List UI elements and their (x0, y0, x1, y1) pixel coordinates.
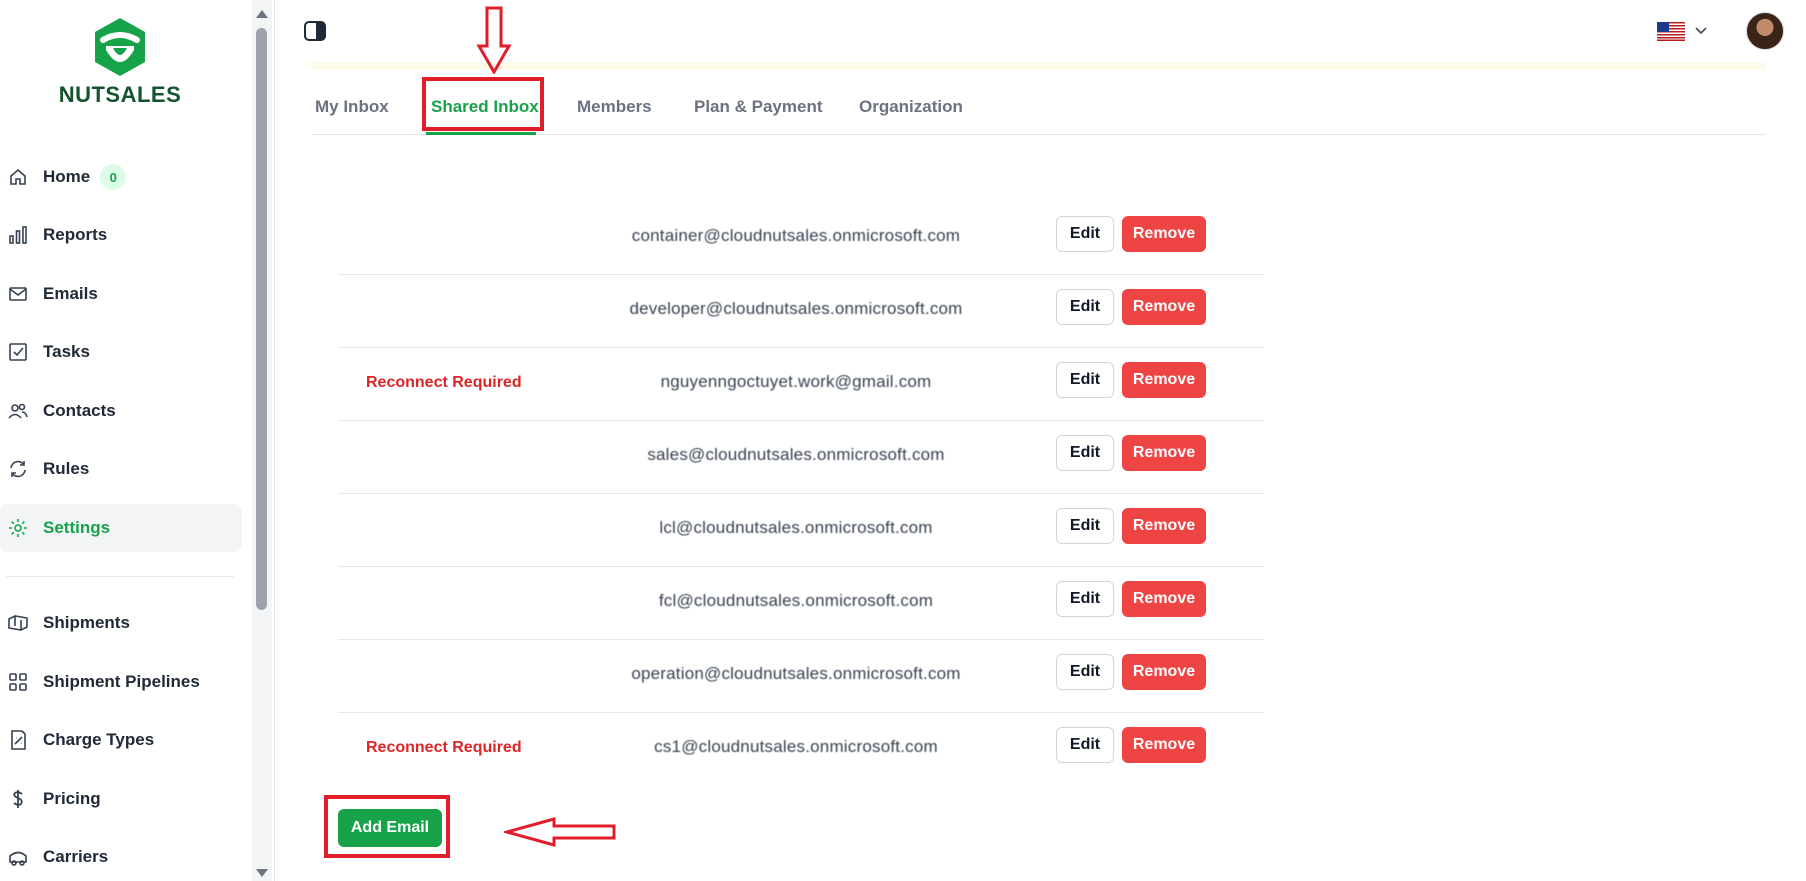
remove-button[interactable]: Remove (1122, 435, 1206, 471)
sidebar-item-rules[interactable]: Rules (0, 445, 242, 493)
sidebar-separator (274, 0, 275, 881)
chevron-down-icon[interactable] (1693, 22, 1709, 38)
sidebar: NUTSALES Home 0 Reports Emails Tasks Con… (0, 0, 252, 881)
remove-button[interactable]: Remove (1122, 216, 1206, 252)
us-flag-icon[interactable] (1657, 22, 1685, 41)
sidebar-item-label: Reports (43, 225, 108, 244)
brand-logo[interactable]: NUTSALES (55, 16, 185, 108)
tab-plan-payment[interactable]: Plan & Payment (694, 78, 823, 135)
receipt-icon (8, 730, 28, 750)
status-badge: Reconnect Required (366, 374, 522, 391)
sidebar-item-emails[interactable]: Emails (0, 270, 242, 318)
sidebar-item-charge-types[interactable]: Charge Types (0, 716, 242, 764)
sidebar-item-home[interactable]: Home 0 (0, 153, 242, 201)
inbox-email: lcl@cloudnutsales.onmicrosoft.com (659, 518, 933, 537)
app-window: NUTSALES Home 0 Reports Emails Tasks Con… (0, 0, 1806, 881)
mail-icon (8, 284, 28, 304)
remove-button[interactable]: Remove (1122, 581, 1206, 617)
sidebar-item-tasks[interactable]: Tasks (0, 328, 242, 376)
edit-button[interactable]: Edit (1056, 362, 1114, 398)
bar-chart-icon (8, 225, 28, 245)
scroll-down-arrow-icon[interactable] (256, 869, 268, 877)
inbox-email: developer@cloudnutsales.onmicrosoft.com (629, 299, 963, 318)
table-row: fcl@cloudnutsales.onmicrosoft.com Edit R… (338, 567, 1264, 640)
user-avatar[interactable] (1746, 12, 1784, 50)
remove-button[interactable]: Remove (1122, 289, 1206, 325)
grid-icon (8, 672, 28, 692)
inbox-email: operation@cloudnutsales.onmicrosoft.com (631, 664, 961, 683)
inbox-email: sales@cloudnutsales.onmicrosoft.com (647, 445, 945, 464)
edit-button[interactable]: Edit (1056, 435, 1114, 471)
edit-button[interactable]: Edit (1056, 581, 1114, 617)
checkbox-icon (8, 342, 28, 362)
annotation-arrow-down-icon (476, 6, 512, 74)
table-row: sales@cloudnutsales.onmicrosoft.com Edit… (338, 421, 1264, 494)
sidebar-item-label: Contacts (43, 401, 116, 420)
truck-icon (8, 847, 28, 867)
table-row: container@cloudnutsales.onmicrosoft.com … (338, 202, 1264, 275)
sidebar-toggle-icon (304, 21, 326, 41)
annotation-highlight-tab (422, 77, 544, 131)
sidebar-item-settings[interactable]: Settings (0, 504, 242, 552)
gear-icon (8, 518, 28, 538)
table-row: Reconnect Required nguyenngoctuyet.work@… (338, 348, 1264, 421)
remove-button[interactable]: Remove (1122, 508, 1206, 544)
inbox-email: container@cloudnutsales.onmicrosoft.com (631, 226, 961, 245)
package-icon (8, 613, 28, 633)
tab-my-inbox[interactable]: My Inbox (315, 78, 389, 135)
table-row: operation@cloudnutsales.onmicrosoft.com … (338, 640, 1264, 713)
edit-button[interactable]: Edit (1056, 508, 1114, 544)
sidebar-item-shipment-pipelines[interactable]: Shipment Pipelines (0, 658, 242, 706)
active-tab-indicator (426, 132, 536, 135)
notice-bar (312, 62, 1766, 70)
sidebar-divider (6, 576, 234, 577)
inbox-email: fcl@cloudnutsales.onmicrosoft.com (658, 591, 934, 610)
inbox-email: nguyenngoctuyet.work@gmail.com (660, 372, 932, 391)
tab-organization[interactable]: Organization (859, 78, 963, 135)
scrollbar-thumb[interactable] (256, 28, 267, 610)
status-badge: Reconnect Required (366, 739, 522, 756)
sidebar-item-label: Pricing (43, 789, 101, 808)
sidebar-item-label: Emails (43, 284, 98, 303)
inbox-email: cs1@cloudnutsales.onmicrosoft.com (654, 737, 938, 756)
sidebar-toggle-button[interactable] (302, 18, 328, 44)
nutsales-logo-icon (95, 18, 145, 76)
sidebar-item-label: Shipment Pipelines (43, 672, 200, 691)
sidebar-item-label: Rules (43, 459, 90, 478)
sidebar-item-label: Settings (43, 518, 111, 537)
sidebar-item-reports[interactable]: Reports (0, 211, 242, 259)
table-row: lcl@cloudnutsales.onmicrosoft.com Edit R… (338, 494, 1264, 567)
sidebar-item-contacts[interactable]: Contacts (0, 387, 242, 435)
tab-members[interactable]: Members (577, 78, 652, 135)
scroll-up-arrow-icon[interactable] (256, 10, 268, 18)
users-icon (8, 401, 28, 421)
edit-button[interactable]: Edit (1056, 727, 1114, 763)
sidebar-item-pricing[interactable]: Pricing (0, 775, 242, 823)
remove-button[interactable]: Remove (1122, 654, 1206, 690)
sidebar-item-label: Carriers (43, 847, 109, 866)
sidebar-scrollbar[interactable] (252, 0, 272, 881)
edit-button[interactable]: Edit (1056, 216, 1114, 252)
home-icon (8, 167, 28, 187)
remove-button[interactable]: Remove (1122, 727, 1206, 763)
table-row: developer@cloudnutsales.onmicrosoft.com … (338, 275, 1264, 348)
annotation-highlight-add (324, 795, 450, 858)
sidebar-item-label: Shipments (43, 613, 130, 632)
sidebar-item-carriers[interactable]: Carriers (0, 833, 242, 881)
brand-name: NUTSALES (58, 82, 182, 107)
refresh-icon (8, 459, 28, 479)
sidebar-item-shipments[interactable]: Shipments (0, 599, 242, 647)
table-row: Reconnect Required cs1@cloudnutsales.onm… (338, 713, 1264, 786)
annotation-arrow-left-icon (504, 817, 616, 847)
dollar-icon (8, 789, 28, 809)
sidebar-item-label: Home (43, 167, 91, 186)
sidebar-item-label: Tasks (43, 342, 90, 361)
edit-button[interactable]: Edit (1056, 289, 1114, 325)
remove-button[interactable]: Remove (1122, 362, 1206, 398)
home-count-badge: 0 (100, 164, 127, 190)
edit-button[interactable]: Edit (1056, 654, 1114, 690)
sidebar-item-label: Charge Types (43, 730, 155, 749)
